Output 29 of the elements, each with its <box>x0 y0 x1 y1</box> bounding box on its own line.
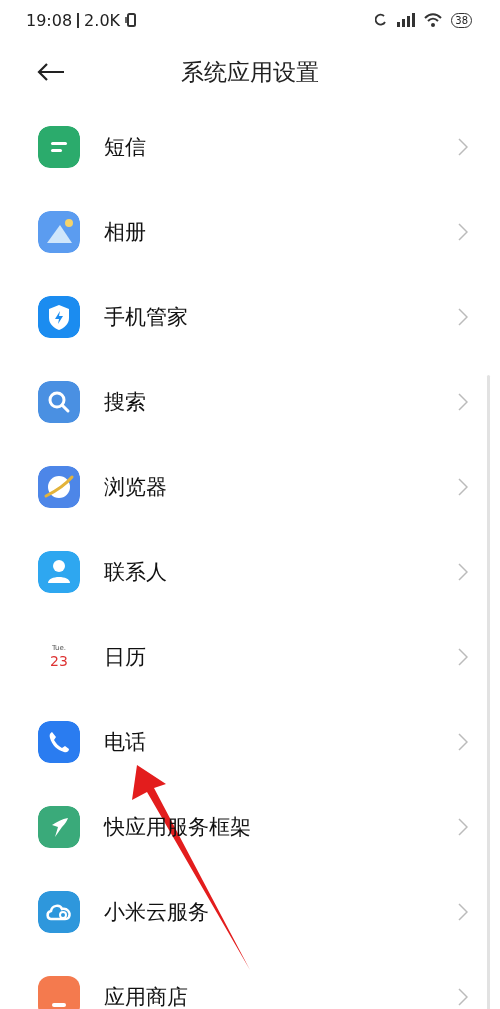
app-name[interactable]: 电话 <box>104 727 146 756</box>
chevron-icon <box>458 817 468 836</box>
chevron-icon <box>458 732 468 751</box>
chevron-icon <box>458 562 468 581</box>
chevron-icon <box>458 392 468 411</box>
chevron-icon <box>458 222 468 241</box>
sync-icon <box>375 13 388 27</box>
app-name[interactable]: 相册 <box>104 217 146 246</box>
app-name[interactable]: 浏览器 <box>104 472 167 501</box>
chevron-icon <box>458 307 468 326</box>
app-name[interactable]: 小米云服务 <box>104 897 209 926</box>
page-title: 系统应用设置 <box>181 57 319 87</box>
chevron-icon <box>458 477 468 496</box>
app-name[interactable]: 应用商店 <box>104 982 188 1009</box>
app-name[interactable]: 手机管家 <box>104 302 188 331</box>
chevron-icon <box>458 137 468 156</box>
app-name[interactable]: 搜索 <box>104 387 146 416</box>
app-name[interactable]: 短信 <box>104 132 146 161</box>
wifi-icon <box>423 12 444 28</box>
app-name[interactable]: 联系人 <box>104 557 167 586</box>
chevron-icon <box>458 647 468 666</box>
chevron-icon <box>458 902 468 921</box>
app-name[interactable]: 日历 <box>104 642 146 671</box>
vibrate-icon <box>125 12 138 28</box>
status-time: 19:08 <box>26 10 73 30</box>
back-icon[interactable] <box>36 62 66 82</box>
chevron-icon <box>458 987 468 1006</box>
network-speed: 2.0K <box>84 10 121 30</box>
signal-icon <box>395 12 416 28</box>
